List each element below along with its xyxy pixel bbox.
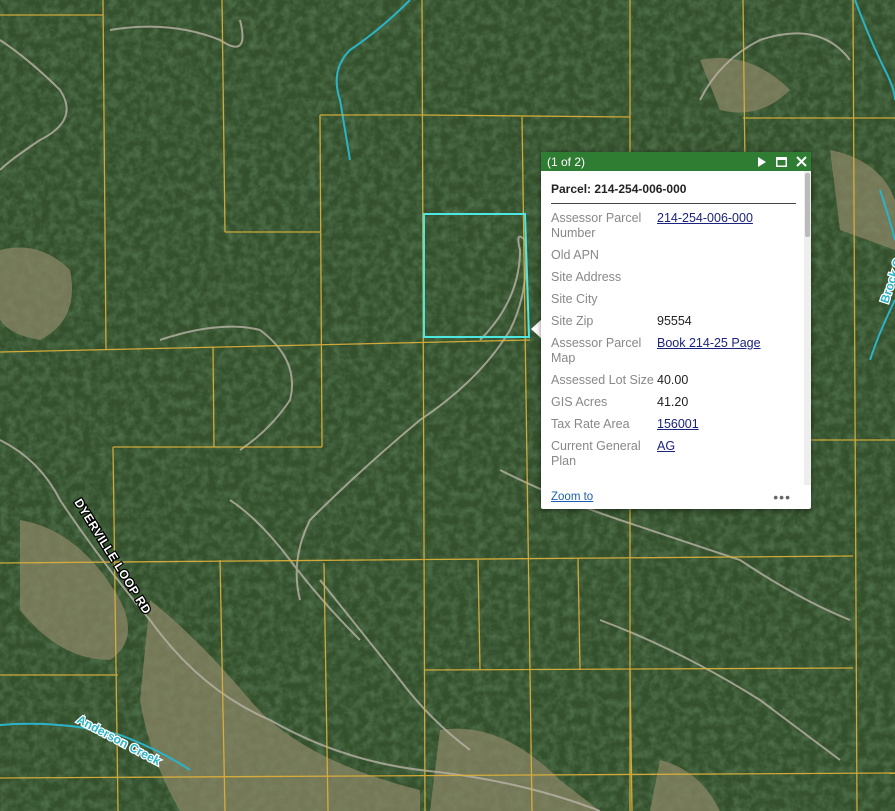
attribute-row: Current General Plan AG: [551, 439, 800, 469]
attribute-value-link[interactable]: 156001: [657, 417, 800, 432]
popup-title: Parcel: 214-254-006-000: [551, 171, 796, 204]
attribute-row: GIS Acres 41.20: [551, 395, 800, 410]
attribute-row: Site Address: [551, 270, 800, 285]
attribute-label: Site Address: [551, 270, 622, 284]
attribute-label: Site Zip: [551, 314, 594, 328]
popup-footer: Zoom to •••: [541, 485, 811, 509]
attribute-value: 95554: [657, 314, 692, 328]
attribute-value: [657, 292, 800, 307]
attribute-value: [657, 270, 800, 285]
more-options-icon[interactable]: •••: [773, 489, 791, 505]
attribute-label: Current General Plan: [551, 439, 641, 468]
popup-header: (1 of 2): [541, 152, 811, 171]
popup-body[interactable]: Parcel: 214-254-006-000 Assessor Parcel …: [541, 171, 804, 485]
close-icon[interactable]: [791, 152, 811, 171]
attribute-label: Old APN: [551, 248, 599, 262]
attribute-row: Site City: [551, 292, 800, 307]
attribute-value: [657, 248, 800, 263]
feature-count: (1 of 2): [547, 154, 586, 169]
parcel-popup: (1 of 2) Parcel: 214-254-006-000 Assesso…: [541, 152, 811, 509]
attribute-value: 41.20: [657, 395, 689, 409]
attribute-value-link[interactable]: Book 214-25 Page: [657, 336, 800, 366]
attribute-label: GIS Acres: [551, 395, 608, 409]
maximize-icon[interactable]: [771, 152, 791, 171]
attribute-row: Assessed Lot Size 40.00: [551, 373, 800, 388]
attribute-row: Assessor Parcel Number 214-254-006-000: [551, 211, 800, 241]
popup-scrollbar[interactable]: [804, 171, 811, 485]
attribute-value: 40.00: [657, 373, 689, 387]
attribute-row: Assessor Parcel Map Book 214-25 Page: [551, 336, 800, 366]
attribute-label: Assessor Parcel Map: [551, 336, 642, 365]
play-icon[interactable]: [751, 152, 771, 171]
attribute-label: Assessor Parcel Number: [551, 211, 642, 240]
attribute-row: Tax Rate Area 156001: [551, 417, 800, 432]
attribute-label: Tax Rate Area: [551, 417, 630, 431]
attribute-list: Assessor Parcel Number 214-254-006-000 Old…: [551, 211, 800, 469]
attribute-label: Site City: [551, 292, 598, 306]
attribute-label: Assessed Lot Size: [551, 373, 654, 387]
scroll-thumb[interactable]: [805, 173, 810, 237]
attribute-row: Site Zip 95554: [551, 314, 800, 329]
zoom-to-link[interactable]: Zoom to: [551, 491, 593, 503]
attribute-value-link[interactable]: 214-254-006-000: [657, 211, 800, 241]
attribute-value-link[interactable]: AG: [657, 439, 800, 469]
attribute-row: Old APN: [551, 248, 800, 263]
